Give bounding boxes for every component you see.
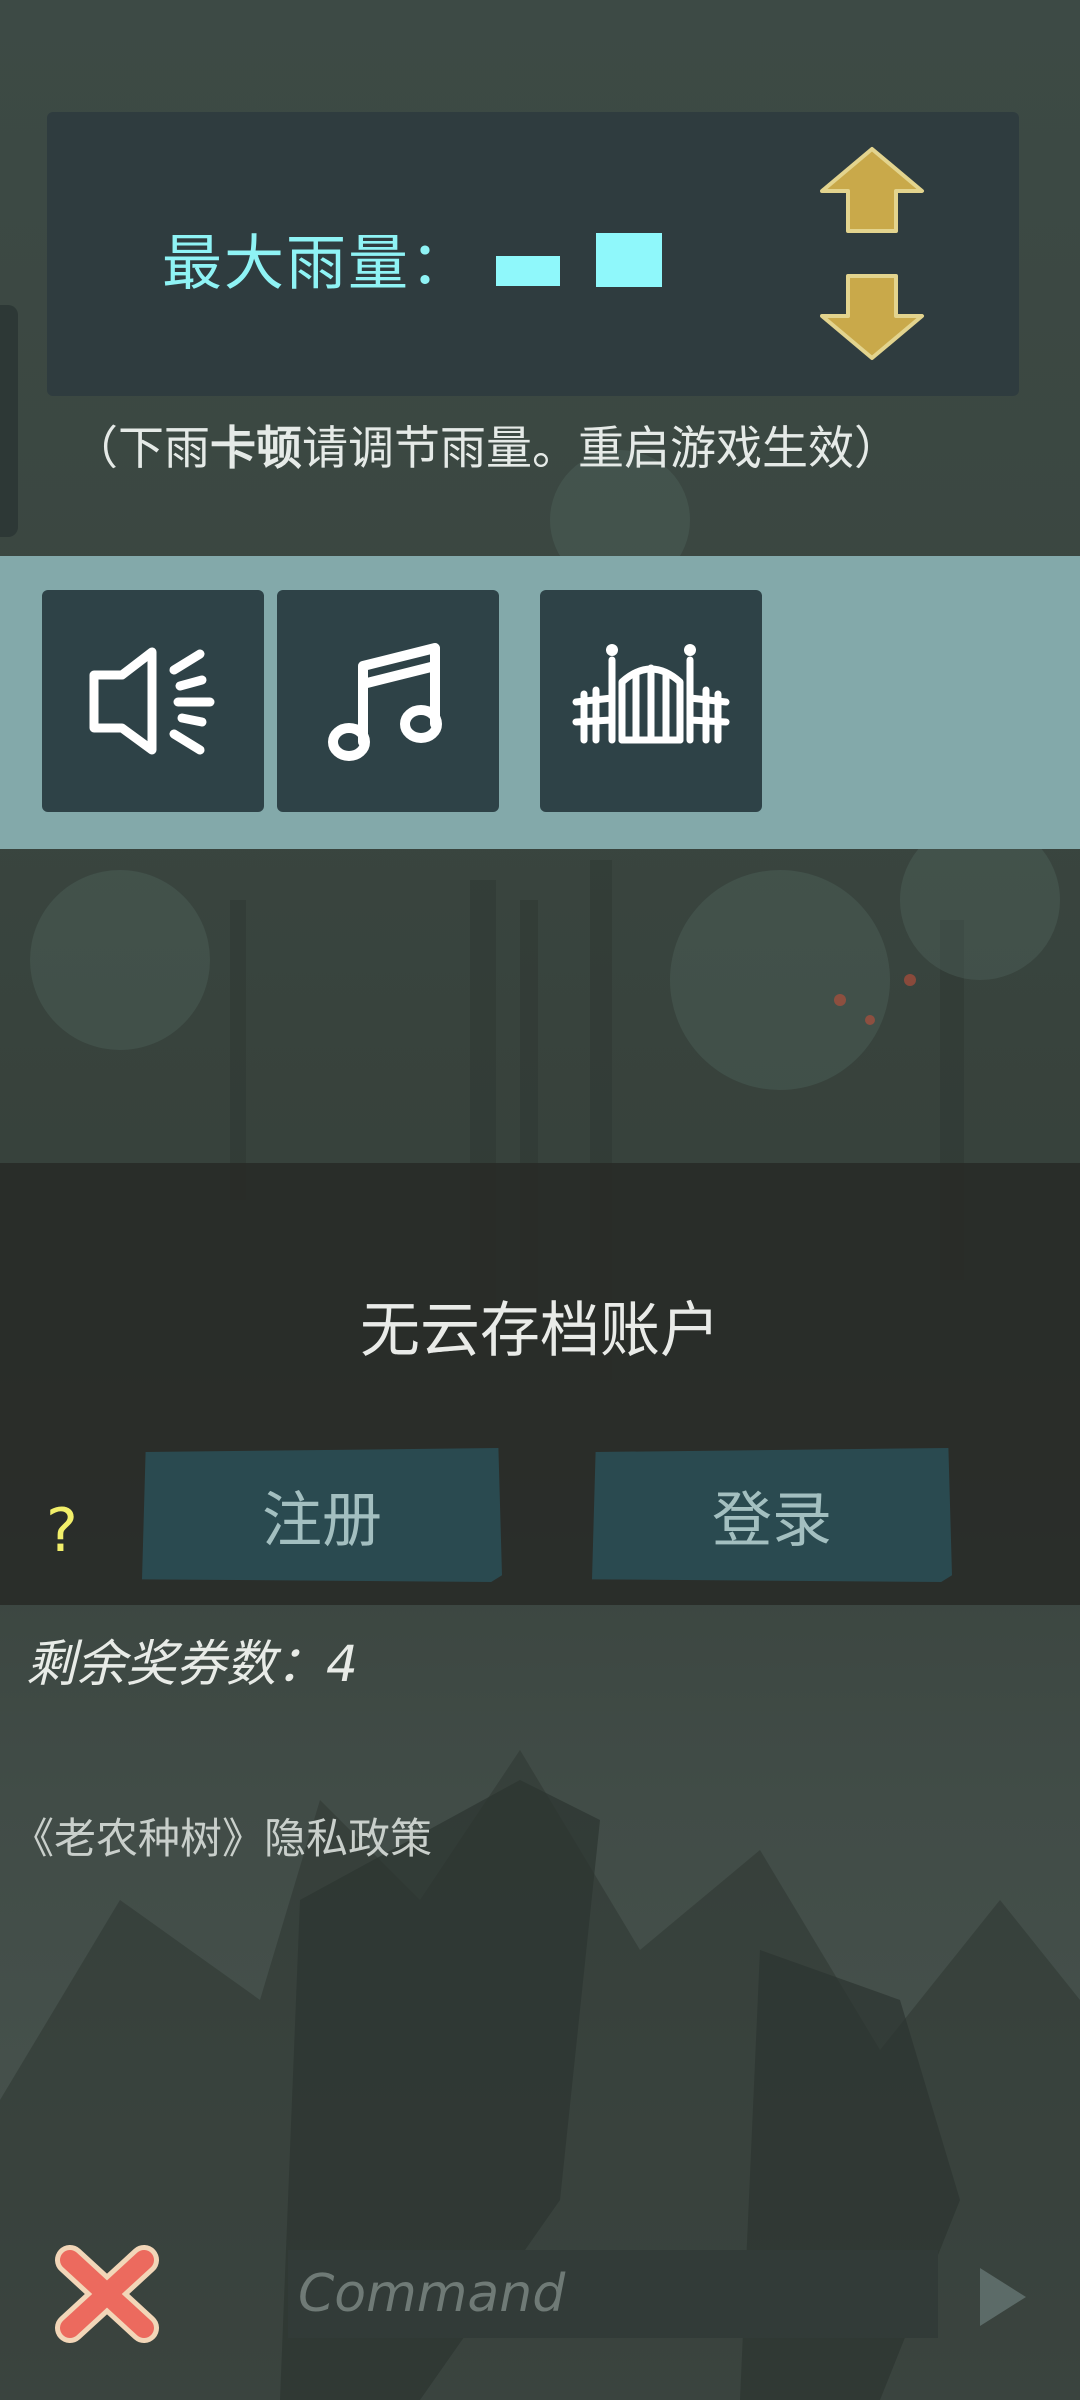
arrow-up-icon [820, 147, 924, 233]
sound-effects-toggle[interactable] [42, 590, 264, 812]
music-toggle[interactable] [277, 590, 499, 812]
login-button[interactable]: 登录 [592, 1448, 952, 1582]
rain-hint-text: （下雨卡顿请调节雨量。重启游戏生效） [72, 421, 900, 475]
music-note-icon [328, 643, 442, 761]
fence-gate-icon [572, 644, 730, 744]
rain-decrease-button[interactable] [818, 270, 926, 362]
command-input[interactable] [288, 2250, 938, 2338]
max-rain-label: 最大雨量： [162, 229, 472, 299]
side-drawer-tab[interactable] [0, 305, 18, 537]
fence-toggle[interactable] [540, 590, 762, 812]
close-button[interactable] [54, 2244, 160, 2344]
arrow-down-icon [820, 274, 924, 360]
remaining-vouchers: 剩余奖券数：4 [26, 1635, 358, 1693]
privacy-policy-link[interactable]: 《老农种树》隐私政策 [12, 1805, 432, 1866]
speaker-icon [89, 647, 215, 755]
play-arrow-icon [980, 2268, 1026, 2326]
register-button[interactable]: 注册 [142, 1448, 502, 1582]
rain-increase-button[interactable] [818, 145, 926, 237]
rain-level-bar-1 [496, 256, 560, 286]
close-icon [55, 2245, 159, 2343]
help-button[interactable]: ? [46, 1496, 78, 1566]
rain-level-bar-2 [596, 233, 662, 287]
cloud-account-title: 无云存档账户 [360, 1296, 720, 1366]
send-button[interactable] [974, 2264, 1030, 2330]
